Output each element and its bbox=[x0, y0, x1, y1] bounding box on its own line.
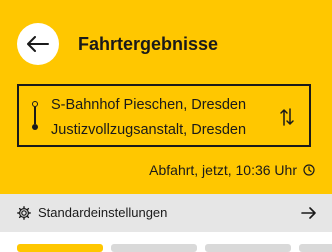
destination-dot bbox=[32, 124, 38, 130]
swap-button[interactable] bbox=[279, 107, 295, 127]
back-button[interactable] bbox=[17, 23, 59, 65]
departure-text: Abfahrt, jetzt, 10:36 Uhr bbox=[149, 162, 297, 178]
destination-stop[interactable]: Justizvollzugsanstalt, Dresden bbox=[51, 122, 246, 138]
swap-vertical-icon bbox=[280, 108, 294, 126]
route-line-icon bbox=[32, 101, 38, 131]
route-box[interactable]: S-Bahnhof Pieschen, Dresden Justizvollzu… bbox=[17, 84, 311, 147]
arrow-left-icon bbox=[27, 36, 49, 52]
origin-stop[interactable]: S-Bahnhof Pieschen, Dresden bbox=[51, 97, 246, 113]
clock-icon bbox=[303, 164, 315, 176]
settings-label: Standardeinstellungen bbox=[38, 205, 168, 220]
arrow-right-icon bbox=[301, 207, 316, 219]
route-connector bbox=[34, 107, 36, 124]
tab-2[interactable] bbox=[111, 244, 197, 252]
page-title: Fahrtergebnisse bbox=[78, 34, 219, 54]
header: Fahrtergebnisse S-Bahnhof Pieschen, Dres… bbox=[0, 0, 332, 194]
tab-1[interactable] bbox=[17, 244, 103, 252]
tab-4[interactable] bbox=[299, 244, 332, 252]
gear-icon bbox=[17, 206, 31, 220]
filter-tabs bbox=[0, 244, 332, 252]
tab-3[interactable] bbox=[205, 244, 291, 252]
settings-bar[interactable]: Standardeinstellungen bbox=[0, 194, 332, 232]
departure-time[interactable]: Abfahrt, jetzt, 10:36 Uhr bbox=[149, 162, 315, 178]
